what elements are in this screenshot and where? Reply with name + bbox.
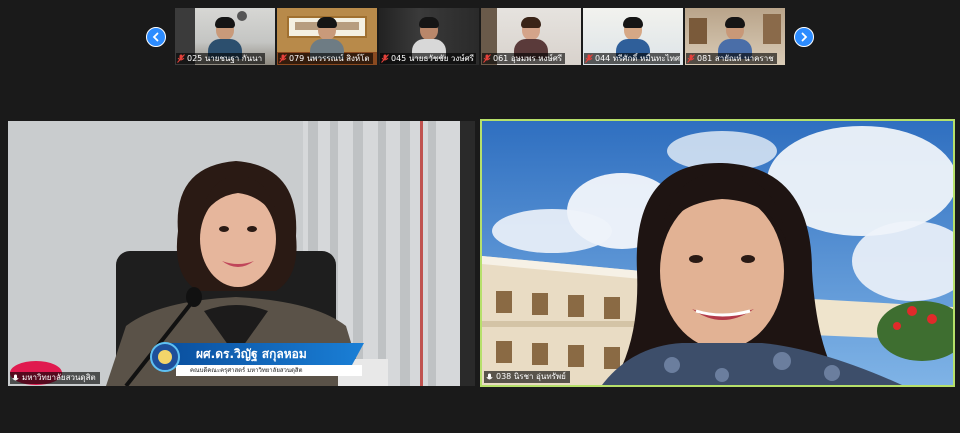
name-banner: ผศ.ดร.วิญัฐ สกุลหอม คณบดีคณะครุศาสตร์ มห… [136, 342, 364, 377]
participant-thumbnail[interactable]: 081 สายัณห์ นาคราช [685, 8, 785, 65]
next-page-button[interactable] [794, 27, 814, 47]
participant-name: 025 นายชนฐา กันนา [187, 54, 263, 63]
participant-name-label: 025 นายชนฐา กันนา [176, 53, 266, 64]
participant-name: 038 นิรชา อุ่นทรัพย์ [496, 372, 566, 381]
active-speaker-video-tile[interactable]: 038 นิรชา อุ่นทรัพย์ [480, 119, 955, 387]
participant-name: 044 ทรีศักดิ์ หมื่นทะไทศ [595, 54, 680, 63]
participant-name-label: 081 สายัณห์ นาคราช [686, 53, 777, 64]
participant-name: 061 อุษมพร หงษ์ศรี [493, 54, 563, 63]
participant-name-label: 061 อุษมพร หงษ์ศรี [482, 53, 566, 64]
mic-on-icon [486, 373, 493, 379]
mic-muted-icon [483, 54, 491, 63]
chevron-left-icon [152, 32, 159, 42]
participant-name-label: 044 ทรีศักดิ์ หมื่นทะไทศ [584, 53, 680, 64]
participant-name-label: 079 นพวรรณน์ สิงห์โต [278, 53, 373, 64]
participant-name: 045 นายธวัชชัย วงษ์ศรี [391, 54, 474, 63]
participant-name-label: 045 นายธวัชชัย วงษ์ศรี [380, 53, 476, 64]
banner-title: ผศ.ดร.วิญัฐ สกุลหอม [164, 343, 364, 365]
participant-thumbnail[interactable]: 079 นพวรรณน์ สิงห์โต [277, 8, 377, 65]
participant-name: 081 สายัณห์ นาคราช [697, 54, 774, 63]
participant-name: มหาวิทยาลัยสวนดุสิต [22, 373, 96, 382]
banner-subtitle: คณบดีคณะครุศาสตร์ มหาวิทยาลัยสวนดุสิต [176, 365, 362, 376]
video-feed [482, 121, 953, 385]
participant-figure [616, 17, 650, 59]
zoom-gallery-window: 025 นายชนฐา กันนา 079 นพวรรณน์ สิงห์โต 0… [0, 0, 960, 433]
participant-thumbnail[interactable]: 045 นายธวัชชัย วงษ์ศรี [379, 8, 479, 65]
participant-figure [310, 17, 344, 59]
participant-figure [412, 17, 446, 59]
participant-figure [514, 17, 548, 59]
participant-name-label: มหาวิทยาลัยสวนดุสิต [10, 372, 100, 384]
chevron-right-icon [801, 32, 808, 42]
participant-strip: 025 นายชนฐา กันนา 079 นพวรรณน์ สิงห์โต 0… [175, 8, 785, 65]
mic-muted-icon [279, 54, 287, 63]
previous-page-button[interactable] [146, 27, 166, 47]
participant-figure [208, 17, 242, 59]
mic-muted-icon [687, 54, 695, 63]
university-logo-icon [150, 342, 180, 372]
participant-thumbnail[interactable]: 044 ทรีศักดิ์ หมื่นทะไทศ [583, 8, 683, 65]
participant-thumbnail[interactable]: 025 นายชนฐา กันนา [175, 8, 275, 65]
participant-thumbnail[interactable]: 061 อุษมพร หงษ์ศรี [481, 8, 581, 65]
mic-muted-icon [381, 54, 389, 63]
participant-figure [718, 17, 752, 59]
mic-muted-icon [585, 54, 593, 63]
participant-name-label: 038 นิรชา อุ่นทรัพย์ [484, 371, 570, 383]
mic-muted-icon [177, 54, 185, 63]
participant-name: 079 นพวรรณน์ สิงห์โต [289, 54, 370, 63]
mic-on-icon [12, 374, 19, 380]
speaker-video-tile[interactable]: ผศ.ดร.วิญัฐ สกุลหอม คณบดีคณะครุศาสตร์ มห… [8, 121, 475, 386]
